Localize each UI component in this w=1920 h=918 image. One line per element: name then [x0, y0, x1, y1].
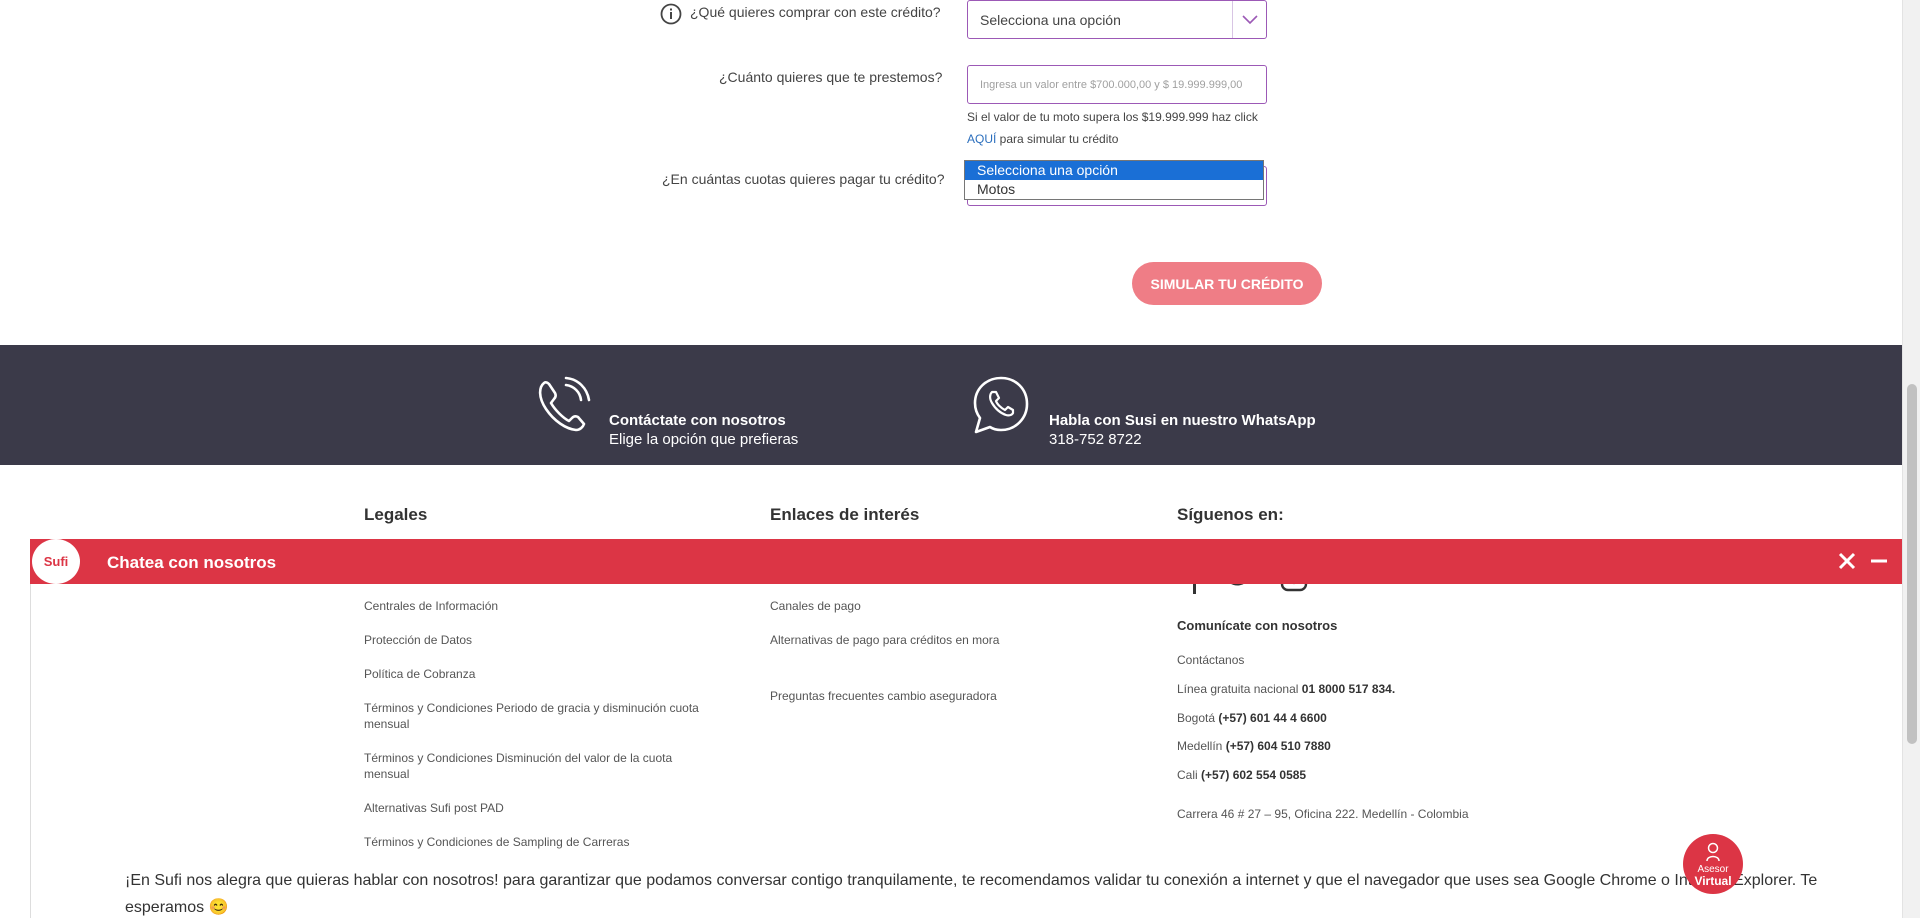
hint-text-line1: Si el valor de tu moto supera los $19.99…	[967, 110, 1258, 124]
scrollbar-thumb[interactable]	[1907, 384, 1917, 744]
minimize-icon[interactable]	[1868, 550, 1890, 572]
siguenos-title: Síguenos en:	[1177, 505, 1284, 524]
chat-message: ¡En Sufi nos alegra que quieras hablar c…	[125, 872, 1818, 916]
dropdown-list[interactable]: Selecciona una opción Motos	[964, 160, 1264, 200]
sufi-logo-text: Sufi	[32, 539, 80, 584]
question-prestemos-label: ¿Cuánto quieres que te prestemos?	[719, 69, 943, 85]
contact-whatsapp-title: Habla con Susi en nuestro WhatsApp	[1049, 412, 1316, 429]
question-cuotas-label: ¿En cuántas cuotas quieres pagar tu créd…	[662, 171, 945, 187]
dropdown-option-selecciona[interactable]: Selecciona una opción	[965, 161, 1263, 180]
enlaces-title: Enlaces de interés	[770, 505, 920, 524]
question-comprar-label: ¿Qué quieres comprar con este crédito?	[690, 4, 941, 20]
info-icon[interactable]	[660, 3, 682, 25]
phone-icon	[538, 376, 591, 432]
hint-suffix: para simular tu crédito	[996, 132, 1119, 146]
virtual-label: Virtual	[1694, 874, 1732, 888]
contact-band: Contáctate con nosotros Elige la opción …	[0, 345, 1902, 465]
aqui-link[interactable]: AQUÍ	[967, 132, 996, 146]
close-icon[interactable]	[1836, 550, 1858, 572]
hint-text-line2: AQUÍ para simular tu crédito	[967, 132, 1118, 146]
asesor-virtual-button[interactable]: Asesor Virtual	[1683, 834, 1743, 894]
vertical-scrollbar[interactable]	[1902, 0, 1920, 918]
dropdown-option-motos[interactable]: Motos	[965, 180, 1263, 199]
chevron-down-icon	[1232, 1, 1266, 38]
legales-title: Legales	[364, 505, 428, 524]
chat-header[interactable]: Sufi Chatea con nosotros	[30, 539, 1902, 584]
contact-phone-title: Contáctate con nosotros	[609, 412, 786, 429]
compra-select[interactable]: Selecciona una opción	[967, 0, 1267, 39]
loan-amount-input[interactable]	[967, 65, 1267, 104]
contact-whatsapp-number: 318-752 8722	[1049, 431, 1142, 448]
chat-title: Chatea con nosotros	[107, 553, 277, 572]
simular-credito-button[interactable]: SIMULAR TU CRÉDITO	[1132, 262, 1322, 305]
user-icon	[1706, 842, 1720, 862]
compra-select-value: Selecciona una opción	[980, 12, 1121, 28]
contact-phone-sub: Elige la opción que prefieras	[609, 431, 799, 448]
sufi-logo: Sufi	[30, 539, 82, 584]
whatsapp-icon	[973, 376, 1029, 434]
